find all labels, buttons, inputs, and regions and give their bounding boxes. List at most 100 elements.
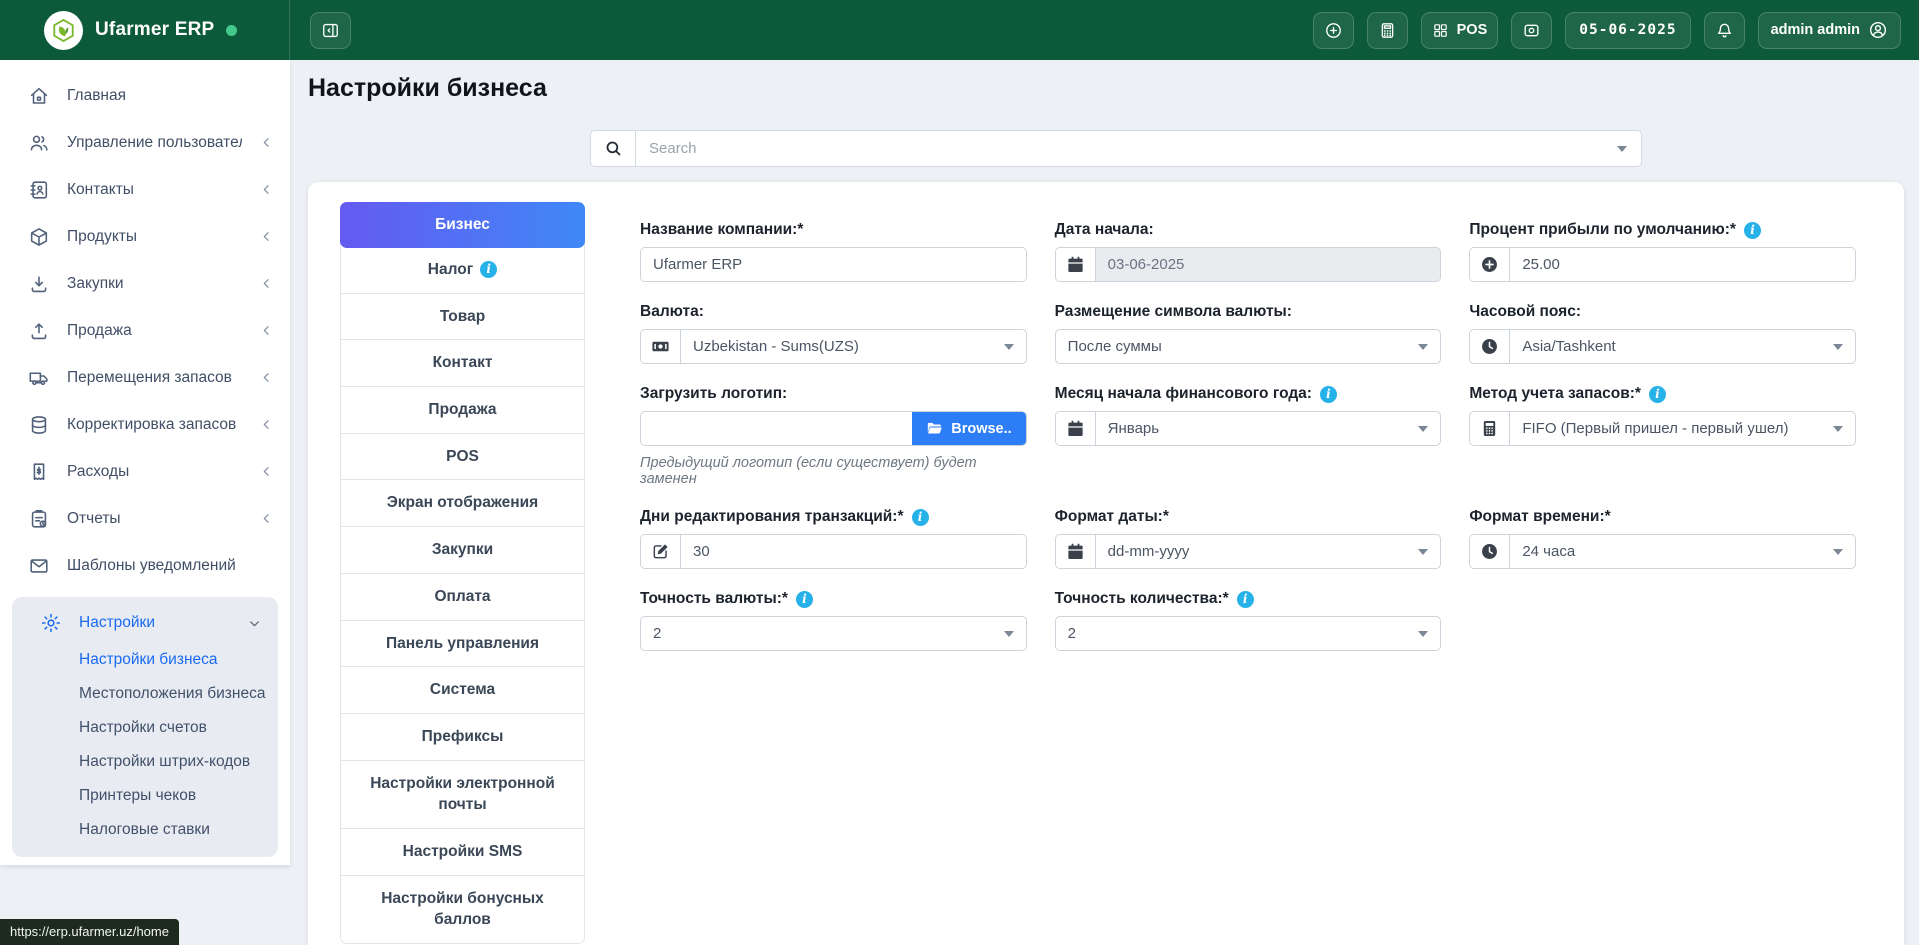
sidebar-item-notification-templates[interactable]: Шаблоны уведомлений xyxy=(0,542,290,589)
status-url-tooltip: https://erp.ufarmer.uz/home xyxy=(0,919,179,945)
plus-circle-button[interactable] xyxy=(1313,12,1354,49)
selected-value: Uzbekistan - Sums(UZS) xyxy=(681,330,1004,363)
tab-business[interactable]: Бизнес xyxy=(340,202,585,248)
sidebar-item-contacts[interactable]: Контакты xyxy=(0,166,290,213)
sidebar-item-stock-transfers[interactable]: Перемещения запасов xyxy=(0,354,290,401)
tab-tax[interactable]: Налогi xyxy=(341,247,584,294)
transaction-edit-days-input[interactable] xyxy=(640,534,1027,569)
tab-sms-settings[interactable]: Настройки SMS xyxy=(341,829,584,876)
field-currency: Валюта: Uzbekistan - Sums(UZS) xyxy=(640,302,1027,364)
search-input[interactable] xyxy=(636,140,1617,157)
sidebar-subitem-invoice-settings[interactable]: Настройки счетов xyxy=(12,711,278,745)
sidebar-item-reports[interactable]: Отчеты xyxy=(0,495,290,542)
sidebar-item-user-management[interactable]: Управление пользователями xyxy=(0,119,290,166)
caret-down-icon xyxy=(1833,549,1843,555)
sidebar-subitem-tax-rates[interactable]: Налоговые ставки xyxy=(12,813,278,847)
tab-dashboard[interactable]: Панель управления xyxy=(341,621,584,668)
sidebar-item-label: Отчеты xyxy=(67,510,242,528)
field-currency-symbol-placement: Размещение символа валюты: После суммы xyxy=(1055,302,1442,364)
date-format-select[interactable]: dd-mm-yyyy xyxy=(1055,534,1442,569)
info-icon: i xyxy=(912,509,929,526)
time-format-select[interactable]: 24 часа xyxy=(1469,534,1856,569)
business-settings-form: Название компании:*Дата начала:Процент п… xyxy=(640,220,1856,651)
field-upload-logo: Загрузить логотип: Browse.. Предыдущий лог… xyxy=(640,384,1027,487)
start-date-text[interactable] xyxy=(1096,248,1441,281)
tab-product[interactable]: Товар xyxy=(341,294,584,341)
sidebar-subitem-barcode-settings[interactable]: Настройки штрих-кодов xyxy=(12,745,278,779)
date-button[interactable]: 05-06-2025 xyxy=(1565,12,1690,49)
upload-logo-file-input[interactable]: Browse.. xyxy=(640,411,1027,446)
sidebar-item-label: Закупки xyxy=(67,275,242,293)
chevron-down-icon xyxy=(247,616,262,631)
sidebar-toggle-button[interactable] xyxy=(310,12,351,49)
tab-label: Оплата xyxy=(434,586,490,608)
sidebar-item-expenses[interactable]: Расходы xyxy=(0,448,290,495)
tab-prefixes[interactable]: Префиксы xyxy=(341,714,584,761)
app-logo[interactable] xyxy=(44,11,83,50)
sidebar-item-products[interactable]: Продукты xyxy=(0,213,290,260)
sidebar-item-label: Перемещения запасов xyxy=(67,369,242,387)
tab-purchases[interactable]: Закупки xyxy=(341,527,584,574)
field-transaction-edit-days: Дни редактирования транзакций:*i xyxy=(640,507,1027,569)
accounting-method-select[interactable]: FIFO (Первый пришел - первый ушел) xyxy=(1469,411,1856,446)
tab-system[interactable]: Система xyxy=(341,667,584,714)
sidebar-item-purchases[interactable]: Закупки xyxy=(0,260,290,307)
pluscirc-icon xyxy=(1470,248,1510,281)
sidebar-item-label: Главная xyxy=(67,87,274,105)
sidebar-item-label: Управление пользователями xyxy=(67,134,242,152)
sidebar-menu: Главная Управление пользователями Контакты… xyxy=(0,60,290,865)
sidebar-item-label: Настройки xyxy=(79,614,230,632)
tab-reward-points[interactable]: Настройки бонусных баллов xyxy=(341,876,584,943)
default-profit-percent-input[interactable] xyxy=(1469,247,1856,282)
company-name-input[interactable] xyxy=(640,247,1027,282)
info-icon: i xyxy=(1237,591,1254,608)
cash-register-button[interactable] xyxy=(1511,12,1552,49)
sidebar-item-stock-adjustments[interactable]: Корректировка запасов xyxy=(0,401,290,448)
caret-down-icon xyxy=(1833,344,1843,350)
sidebar-item-sales[interactable]: Продажа xyxy=(0,307,290,354)
caret-down-icon xyxy=(1004,631,1014,637)
upload-icon xyxy=(28,320,50,342)
fy-start-month-select[interactable]: Январь xyxy=(1055,411,1442,446)
quantity-precision-select[interactable]: 2 xyxy=(1055,616,1442,651)
default-profit-percent-label: Процент прибыли по умолчанию:*i xyxy=(1469,220,1856,240)
tab-payment[interactable]: Оплата xyxy=(341,574,584,621)
calendar-icon xyxy=(1056,535,1096,568)
browse-button[interactable]: Browse.. xyxy=(912,412,1025,445)
start-date-input[interactable] xyxy=(1055,247,1442,282)
time-zone-select[interactable]: Asia/Tashkent xyxy=(1469,329,1856,364)
download-icon xyxy=(28,273,50,295)
tab-display-screen[interactable]: Экран отображения xyxy=(341,480,584,527)
brand-name: Ufarmer ERP xyxy=(95,19,214,41)
notifications-button[interactable] xyxy=(1704,12,1745,49)
upload-logo-label: Загрузить логотип: xyxy=(640,384,1027,404)
tab-email-settings[interactable]: Настройки электронной почты xyxy=(341,761,584,829)
sidebar-subitem-receipt-printers[interactable]: Принтеры чеков xyxy=(12,779,278,813)
currency-precision-label: Точность валюты:*i xyxy=(640,589,1027,609)
tab-sale[interactable]: Продажа xyxy=(341,387,584,434)
sidebar-item-settings[interactable]: Настройки xyxy=(12,603,278,643)
sidebar-item-home[interactable]: Главная xyxy=(0,72,290,119)
tab-label: Контакт xyxy=(433,352,493,374)
calculator-button[interactable] xyxy=(1367,12,1408,49)
tab-contact[interactable]: Контакт xyxy=(341,340,584,387)
currency-precision-select[interactable]: 2 xyxy=(640,616,1027,651)
field-time-format: Формат времени:*24 часа xyxy=(1469,507,1856,569)
currency-symbol-placement-label: Размещение символа валюты: xyxy=(1055,302,1442,322)
currency-label: Валюта: xyxy=(640,302,1027,322)
gear-icon xyxy=(40,612,62,634)
pos-button[interactable]: POS xyxy=(1421,12,1499,49)
field-hint: Предыдущий логотип (если существует) буд… xyxy=(640,455,1027,487)
caret-down-icon xyxy=(1418,549,1428,555)
box-icon xyxy=(28,226,50,248)
default-profit-percent-text[interactable] xyxy=(1510,248,1855,281)
currency-symbol-placement-select[interactable]: После суммы xyxy=(1055,329,1442,364)
sidebar-subitem-business-settings[interactable]: Настройки бизнеса xyxy=(12,643,278,677)
sidebar-subitem-business-locations[interactable]: Местоположения бизнеса xyxy=(12,677,278,711)
user-menu-button[interactable]: admin admin xyxy=(1758,12,1901,49)
transaction-edit-days-text[interactable] xyxy=(681,535,1026,568)
tab-pos[interactable]: POS xyxy=(341,434,584,481)
currency-select[interactable]: Uzbekistan - Sums(UZS) xyxy=(640,329,1027,364)
company-name-text[interactable] xyxy=(641,248,1026,281)
field-date-format: Формат даты:*dd-mm-yyyy xyxy=(1055,507,1442,569)
